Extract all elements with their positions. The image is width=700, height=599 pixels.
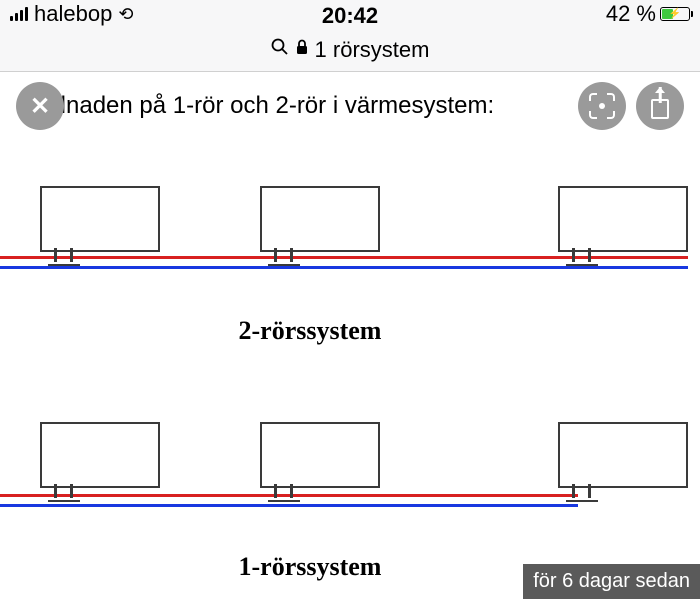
radiator — [558, 186, 688, 252]
address-bar[interactable]: 1 rörsystem — [0, 28, 700, 72]
status-right: 42 % ⚡ — [606, 1, 690, 27]
signal-strength-icon — [10, 7, 28, 21]
lock-icon — [295, 39, 309, 60]
close-button[interactable]: ✕ — [16, 82, 64, 130]
hotspot-icon: ⟲ — [118, 4, 133, 25]
supply-pipe — [0, 256, 688, 259]
heating-diagram: 2-rörssystem 1-rörssystem — [0, 180, 700, 582]
timestamp-badge: för 6 dagar sedan — [523, 564, 700, 599]
battery-percent: 42 % — [606, 1, 656, 27]
search-icon — [271, 38, 289, 61]
battery-icon: ⚡ — [660, 7, 690, 21]
radiator — [558, 422, 688, 488]
share-icon — [651, 99, 669, 119]
diagram-2pipe — [0, 180, 700, 310]
radiator — [40, 422, 160, 488]
url-text: 1 rörsystem — [315, 37, 430, 63]
radiator — [260, 186, 380, 252]
status-left: halebop ⟲ — [10, 1, 133, 27]
clock: 20:42 — [322, 3, 378, 29]
supply-pipe — [0, 494, 578, 497]
page-content: Skillnaden på 1-rör och 2-rör i värmesys… — [0, 72, 700, 582]
diagram-label-2pipe: 2-rörssystem — [0, 316, 700, 346]
lens-icon — [589, 93, 615, 119]
radiator — [260, 422, 380, 488]
return-pipe — [0, 266, 688, 269]
carrier-label: halebop — [34, 1, 112, 27]
status-bar: halebop ⟲ 20:42 42 % ⚡ — [0, 0, 700, 28]
diagram-1pipe — [0, 416, 700, 546]
return-pipe — [0, 504, 578, 507]
share-button[interactable] — [636, 82, 684, 130]
radiator — [40, 186, 160, 252]
close-icon: ✕ — [30, 92, 50, 121]
lens-button[interactable] — [578, 82, 626, 130]
